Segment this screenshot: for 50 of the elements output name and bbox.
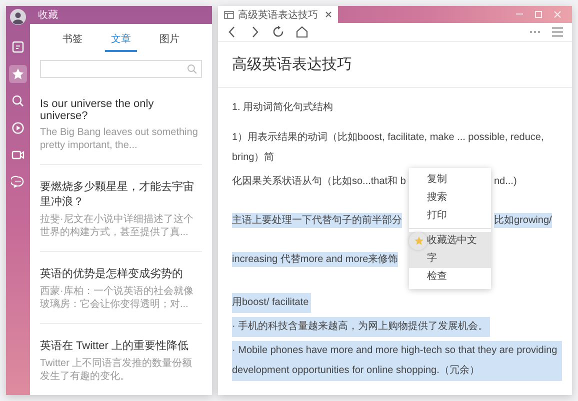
highlighted-text: 用boost/ facilitate bbox=[232, 293, 311, 313]
page-icon bbox=[224, 10, 234, 18]
article-title[interactable]: 英语的优势是怎样变成劣势的 bbox=[40, 266, 202, 281]
article-title[interactable]: Is our universe the only universe? bbox=[40, 98, 202, 122]
click-ripple bbox=[409, 232, 427, 250]
browser-tab[interactable]: 高级英语表达技巧 bbox=[218, 6, 338, 23]
menu-item[interactable]: 检查 bbox=[409, 268, 491, 286]
reload-button[interactable] bbox=[272, 25, 286, 39]
menu-item[interactable]: 复制 bbox=[409, 171, 491, 189]
section-heading: 1. 用动词简化句式结构 bbox=[232, 102, 334, 113]
article-snippet: 拉斐·尼文在小说中详细描述了这个世界的构建方式，甚至提供了真... bbox=[40, 213, 194, 239]
play-icon bbox=[11, 121, 25, 135]
panel-title: 收藏 bbox=[38, 8, 58, 22]
menu-item[interactable]: 搜索 bbox=[409, 189, 491, 207]
article-snippet: The Big Bang leaves out something pretty important, the... bbox=[40, 126, 199, 152]
star-icon bbox=[11, 67, 25, 81]
menu-item[interactable]: 收藏选中文字 bbox=[409, 232, 491, 268]
article-snippet: Twitter 上不同语言发推的数量份额发生了有趣的变化。 bbox=[40, 357, 194, 383]
video-camera-icon bbox=[11, 148, 25, 162]
search-field[interactable] bbox=[40, 60, 202, 78]
highlighted-text: increasing 代替more and more来修饰 bbox=[232, 252, 398, 267]
highlighted-text: 比如growing/ bbox=[494, 213, 552, 228]
menu-icon bbox=[551, 25, 564, 39]
home-icon bbox=[295, 25, 309, 39]
panel-tab[interactable]: 书签 bbox=[56, 30, 88, 52]
close-icon bbox=[553, 10, 562, 19]
panel-tab[interactable]: 图片 bbox=[154, 30, 186, 52]
highlighted-text: · 手机的科技含量越来越高，为网上购物提供了发展机会。 bbox=[232, 317, 490, 337]
article-snippet: 西蒙·库柏：一个说英语的社会就像玻璃房：它会让你变得透明；对... bbox=[40, 285, 194, 311]
article-title[interactable]: 要燃烧多少颗星星，才能去宇宙里冲浪？ bbox=[40, 179, 202, 209]
sidebar-button[interactable] bbox=[9, 119, 27, 137]
body-text: 化因果关系状语从句（比如so...that和 b bbox=[232, 176, 406, 187]
sidebar-button[interactable] bbox=[9, 65, 27, 83]
panel-tab[interactable]: 文章 bbox=[104, 30, 137, 52]
reload-icon bbox=[272, 25, 286, 39]
highlighted-text: · Mobile phones have more and more high-tech so that they are providing development opportunities for online shopping.（冗余） bbox=[232, 341, 562, 381]
article-title[interactable]: 英语在 Twitter 上的重要性降低 bbox=[40, 338, 202, 353]
search-icon bbox=[11, 94, 25, 108]
home-button[interactable] bbox=[295, 25, 309, 39]
body-text: nd...) bbox=[494, 176, 517, 187]
star-icon bbox=[414, 236, 424, 246]
avatar[interactable] bbox=[10, 9, 26, 25]
chat-bubble-icon bbox=[11, 175, 25, 189]
article-heading: 高级英语表达技巧 bbox=[232, 56, 352, 73]
menu-button[interactable] bbox=[551, 25, 564, 39]
close-tab-icon[interactable] bbox=[325, 11, 332, 18]
menu-item[interactable]: 打印 bbox=[409, 207, 491, 225]
reader-icon bbox=[11, 40, 25, 54]
maximize-icon bbox=[534, 10, 543, 19]
highlighted-text: 主语上要处理一下代替句子的前半部分 bbox=[232, 213, 402, 228]
